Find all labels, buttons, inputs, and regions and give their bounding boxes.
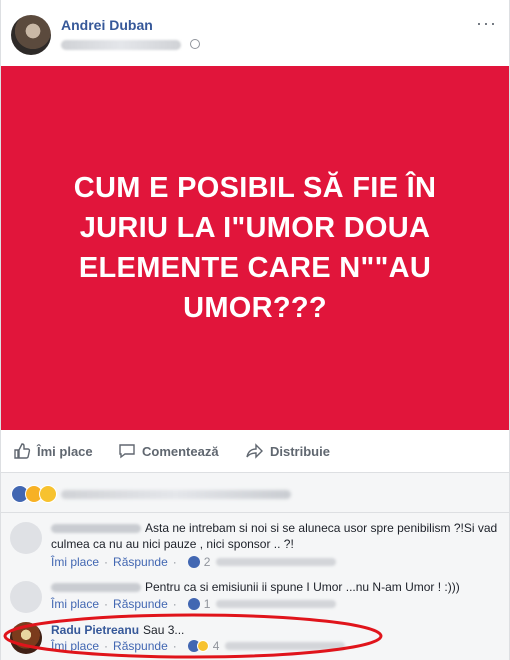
reaction-count[interactable]: 1 xyxy=(204,597,211,611)
comment-time-blurred xyxy=(216,558,337,566)
post-timestamp-blurred xyxy=(61,40,181,50)
comment-reply-link[interactable]: Răspunde xyxy=(113,555,168,569)
wow-reaction-icon xyxy=(39,485,57,503)
comments-section: Asta ne intrebam si noi si se aluneca us… xyxy=(1,513,509,660)
reactions-summary[interactable] xyxy=(1,473,509,513)
post-actions-bar: Îmi place Comentează Distribuie xyxy=(1,430,509,473)
commenter-avatar[interactable] xyxy=(10,581,42,613)
comment-like-link[interactable]: Îmi place xyxy=(51,555,99,569)
comment-body: Asta ne intrebam si noi si se aluneca us… xyxy=(51,520,501,552)
share-button[interactable]: Distribuie xyxy=(246,442,330,460)
comment-body: Pentru ca si emisiunii ii spune I Umor .… xyxy=(51,579,501,595)
comment-body: Radu Pietreanu Sau 3... xyxy=(51,622,501,638)
like-reaction-icon xyxy=(187,598,200,610)
comment-reply-link[interactable]: Răspunde xyxy=(113,597,168,611)
comment-like-link[interactable]: Îmi place xyxy=(51,597,99,611)
speech-bubble-icon xyxy=(119,444,135,459)
comment-actions: Îmi place · Răspunde · 4 xyxy=(51,639,346,653)
comment-actions: Îmi place · Răspunde · 1 xyxy=(51,597,337,611)
ellipsis-icon[interactable]: ··· xyxy=(476,14,497,32)
author-avatar[interactable] xyxy=(11,15,51,55)
comment-like-link[interactable]: Îmi place xyxy=(51,639,99,653)
reaction-count[interactable]: 4 xyxy=(213,639,220,653)
thumbs-up-icon xyxy=(14,443,31,459)
commenter-name[interactable]: Radu Pietreanu xyxy=(51,623,139,637)
share-arrow-icon xyxy=(246,443,263,459)
banner-text: CUM E POSIBIL SĂ FIE ÎN JURIU LA I"UMOR … xyxy=(73,172,437,324)
comment-text: Sau 3... xyxy=(143,623,185,637)
commenter-avatar[interactable] xyxy=(10,522,42,554)
comment-text: Pentru ca si emisiunii ii spune I Umor .… xyxy=(145,580,460,594)
reaction-names-blurred xyxy=(61,490,291,499)
share-label: Distribuie xyxy=(270,443,330,459)
like-button[interactable]: Îmi place xyxy=(13,442,93,460)
commenter-name-blurred[interactable] xyxy=(51,524,141,534)
globe-icon xyxy=(190,39,200,49)
reaction-count[interactable]: 2 xyxy=(204,555,211,569)
comment-button[interactable]: Comentează xyxy=(118,442,219,460)
like-reaction-icon xyxy=(187,556,200,568)
comment-reply-link[interactable]: Răspunde xyxy=(113,639,168,653)
reaction-icons xyxy=(11,485,57,503)
commenter-avatar[interactable] xyxy=(10,622,42,654)
like-label: Îmi place xyxy=(37,443,93,459)
comment-time-blurred xyxy=(216,600,337,608)
post-banner: CUM E POSIBIL SĂ FIE ÎN JURIU LA I"UMOR … xyxy=(1,66,509,430)
comment-label: Comentează xyxy=(142,443,219,459)
comment-actions: Îmi place · Răspunde · 2 xyxy=(51,555,337,569)
commenter-name-blurred[interactable] xyxy=(51,583,141,593)
post-header: Andrei Duban ··· xyxy=(1,0,509,66)
comment-time-blurred xyxy=(225,642,346,650)
wow-reaction-icon xyxy=(196,640,209,652)
author-name[interactable]: Andrei Duban xyxy=(61,17,153,33)
facebook-post: Andrei Duban ··· CUM E POSIBIL SĂ FIE ÎN… xyxy=(0,0,510,660)
